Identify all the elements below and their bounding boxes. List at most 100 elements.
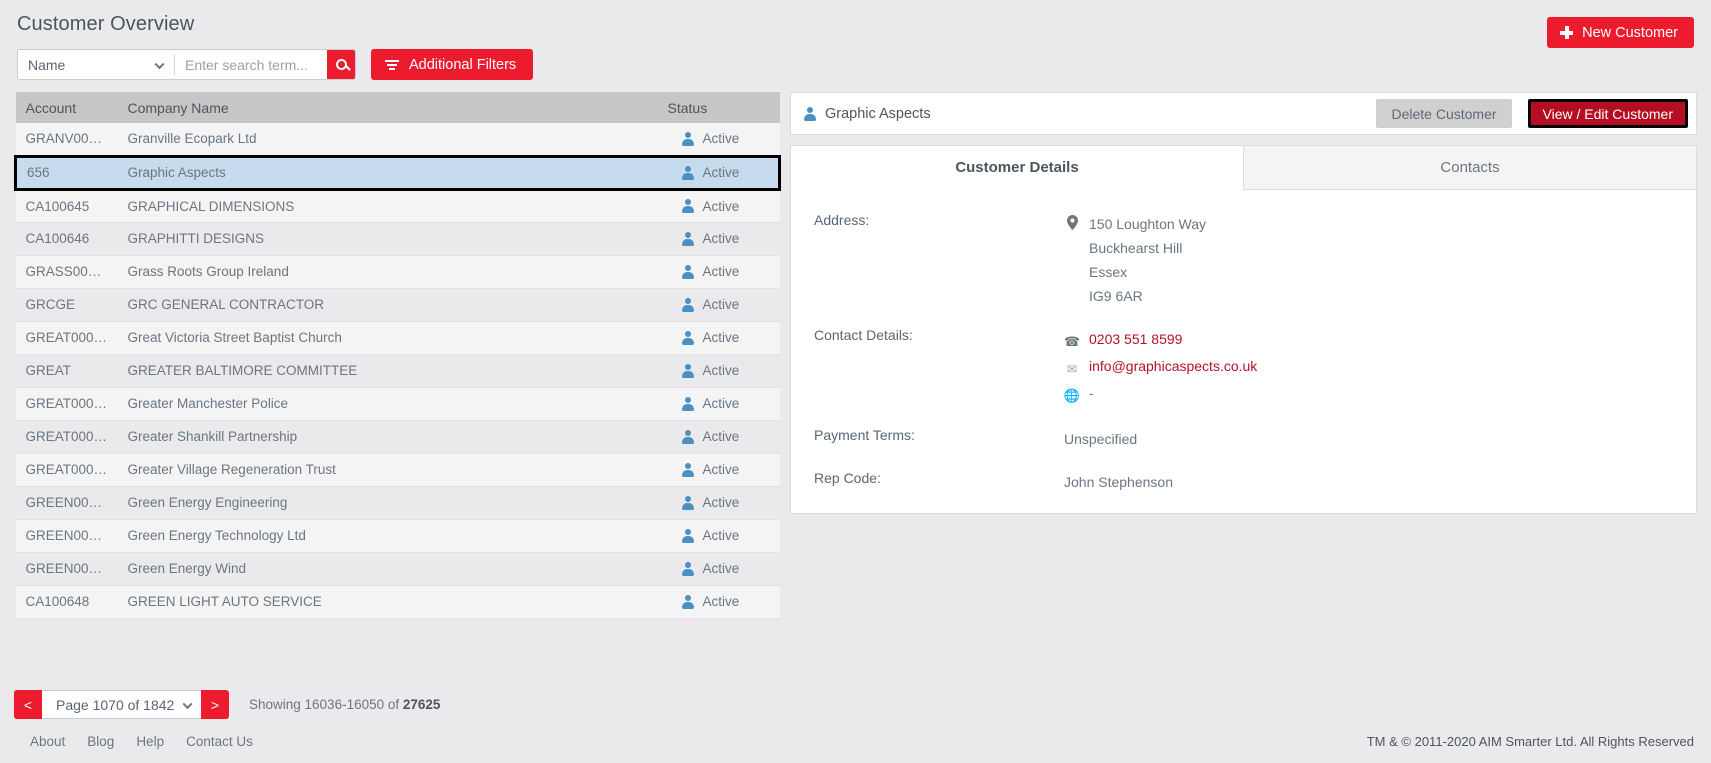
cell-status: Active	[657, 123, 780, 157]
table-row[interactable]: GREAT GREATER BALTIMORE COMMITTEE Active	[15, 354, 780, 388]
person-icon	[682, 429, 695, 444]
cell-status: Active	[657, 552, 780, 586]
column-header-company[interactable]: Company Name	[117, 92, 658, 123]
status-label: Active	[702, 396, 740, 411]
cell-account: GRANV00001	[15, 123, 118, 157]
new-customer-button[interactable]: New Customer	[1547, 17, 1694, 48]
showing-prefix: Showing 16036-16050 of	[249, 697, 403, 712]
table-row[interactable]: GREEN00007 Green Energy Engineering Active	[15, 486, 780, 520]
table-row[interactable]: GRANV00001 Granville Ecopark Ltd Active	[15, 123, 780, 157]
column-header-account[interactable]: Account	[15, 92, 118, 123]
previous-page-button[interactable]: <	[14, 690, 42, 719]
cell-company: GRAPHITTI DESIGNS	[117, 222, 658, 256]
status-label: Active	[702, 198, 740, 214]
cell-company: GRC GENERAL CONTRACTOR	[117, 288, 658, 322]
cell-status: Active	[657, 387, 780, 421]
status-label: Active	[702, 495, 740, 510]
table-row[interactable]: GREAT00002 Great Victoria Street Baptist …	[15, 321, 780, 355]
footer-link-help[interactable]: Help	[136, 734, 164, 749]
email-address[interactable]: info@graphicaspects.co.uk	[1089, 354, 1257, 378]
field-address: Address: 150 Loughton Way Buckhearst Hil…	[791, 212, 1696, 308]
table-row[interactable]: GREEN00005 Green Energy Technology Ltd Act…	[15, 519, 780, 553]
status-label: Active	[702, 363, 740, 378]
contact-details-value: ☎ 0203 551 8599 ✉ info@graphicaspects.co…	[1064, 327, 1257, 408]
person-icon	[682, 330, 695, 345]
detail-customer-title: Graphic Aspects	[803, 106, 1366, 122]
table-row[interactable]: CA100648 GREEN LIGHT AUTO SERVICE Active	[15, 585, 780, 619]
email-row: ✉ info@graphicaspects.co.uk	[1064, 354, 1257, 381]
address-line-3: Essex	[1089, 264, 1128, 280]
person-icon	[682, 396, 695, 411]
cell-account: CA100645	[15, 189, 118, 223]
cell-status: Active	[657, 255, 780, 289]
cell-company: Greater Shankill Partnership	[117, 420, 658, 454]
status-badge: Active	[668, 264, 770, 279]
cell-status: Active	[657, 189, 780, 223]
person-icon	[682, 495, 695, 510]
person-icon	[682, 131, 695, 146]
website-row: 🌐 -	[1064, 381, 1257, 408]
table-row[interactable]: 656 Graphic Aspects Active	[14, 154, 781, 191]
filter-icon	[385, 59, 399, 70]
cell-status: Active	[657, 222, 780, 256]
tab-contacts[interactable]: Contacts	[1244, 145, 1697, 190]
footer-link-about[interactable]: About	[30, 734, 65, 749]
table-row[interactable]: CA100646 GRAPHITTI DESIGNS Active	[15, 222, 780, 256]
table-row[interactable]: GRASS00001 Grass Roots Group Ireland Activ…	[15, 255, 780, 289]
phone-row: ☎ 0203 551 8599	[1064, 327, 1257, 354]
footer-links: About Blog Help Contact Us	[30, 734, 253, 749]
cell-account: GREAT00002	[15, 321, 118, 355]
column-header-status[interactable]: Status	[657, 92, 780, 123]
search-button[interactable]	[327, 50, 355, 79]
table-row[interactable]: GREAT00001 Greater Manchester Police Activ…	[15, 387, 780, 421]
location-pin-icon	[1064, 212, 1080, 230]
search-group: Name	[17, 49, 356, 80]
person-icon	[682, 165, 695, 180]
phone-number[interactable]: 0203 551 8599	[1089, 327, 1182, 351]
status-badge: Active	[668, 330, 770, 345]
additional-filters-label: Additional Filters	[409, 56, 517, 73]
person-icon	[682, 297, 695, 312]
status-label: Active	[702, 594, 740, 609]
address-line-1-row: 150 Loughton Way	[1064, 212, 1206, 236]
cell-status: Active	[657, 519, 780, 553]
table-row[interactable]: GREAT00005 Greater Village Regeneration T…	[15, 453, 780, 487]
payment-terms-label: Payment Terms:	[814, 427, 915, 443]
cell-company: Green Energy Wind	[117, 552, 658, 586]
contact-details-label: Contact Details:	[814, 327, 913, 343]
cell-account: GREEN00007	[15, 486, 118, 520]
copyright-text: TM & © 2011-2020 AIM Smarter Ltd. All Ri…	[1366, 734, 1694, 749]
additional-filters-button[interactable]: Additional Filters	[371, 49, 534, 80]
person-icon	[682, 528, 695, 543]
address-label: Address:	[814, 212, 870, 228]
cell-account: GREAT00001	[15, 387, 118, 421]
footer-link-contact-us[interactable]: Contact Us	[186, 734, 253, 749]
payment-terms-value: Unspecified	[1064, 431, 1138, 447]
cell-company: GREATER BALTIMORE COMMITTEE	[117, 354, 658, 388]
search-toolbar: Name Additional Filters	[17, 49, 534, 80]
table-row[interactable]: CA100645 GRAPHICAL DIMENSIONS Active	[15, 189, 780, 223]
status-label: Active	[702, 330, 740, 345]
cell-account: GRASS00001	[15, 255, 118, 289]
view-edit-customer-button[interactable]: View / Edit Customer	[1527, 99, 1688, 128]
page-select[interactable]: Page 1070 of 1842	[42, 696, 201, 713]
status-label: Active	[702, 231, 740, 246]
detail-body: Address: 150 Loughton Way Buckhearst Hil…	[790, 190, 1697, 514]
next-page-button[interactable]: >	[201, 690, 229, 719]
search-field-select-wrap[interactable]: Name	[18, 50, 174, 79]
delete-customer-button[interactable]: Delete Customer	[1376, 99, 1512, 128]
table-row[interactable]: GRCGE GRC GENERAL CONTRACTOR Active	[15, 288, 780, 322]
cell-status: Active	[657, 288, 780, 322]
search-field-select[interactable]: Name	[18, 56, 174, 73]
status-badge: Active	[668, 429, 770, 444]
tab-customer-details[interactable]: Customer Details	[790, 145, 1244, 190]
field-rep-code: Rep Code: John Stephenson	[791, 470, 1696, 494]
search-input[interactable]	[175, 50, 327, 79]
table-row[interactable]: GREAT00004 Greater Shankill Partnership Ac…	[15, 420, 780, 454]
page-select-wrap[interactable]: Page 1070 of 1842	[42, 690, 201, 719]
cell-account: CA100646	[15, 222, 118, 256]
status-badge: Active	[668, 231, 770, 246]
footer-link-blog[interactable]: Blog	[87, 734, 114, 749]
detail-header: Graphic Aspects Delete Customer View / E…	[790, 92, 1697, 135]
table-row[interactable]: GREEN00008 Green Energy Wind Active	[15, 552, 780, 586]
